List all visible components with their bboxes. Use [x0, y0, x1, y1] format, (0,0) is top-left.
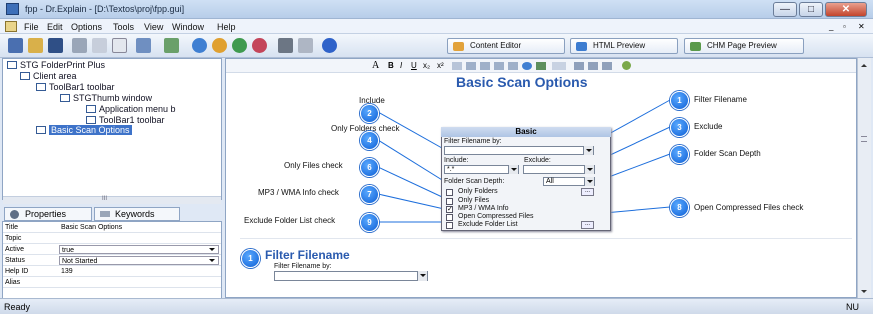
callout-badge: 5	[670, 145, 689, 164]
callout-label: Filter Filename	[694, 95, 747, 104]
status-bar	[0, 298, 873, 314]
ellipsis-button: ...	[581, 188, 594, 196]
open-compressed-checkbox	[446, 214, 453, 221]
section-badge: 1	[241, 249, 260, 268]
num-lock-indicator: NU	[846, 302, 859, 312]
filter-label: Filter Filename by:	[444, 138, 502, 145]
only-folders-checkbox	[446, 189, 453, 196]
ellipsis-button: ...	[581, 221, 594, 229]
callout-badge: 4	[360, 131, 379, 150]
chevron-down-icon	[508, 165, 518, 174]
callout-badge: 3	[670, 118, 689, 137]
chevron-down-icon	[583, 146, 593, 155]
open-compressed-label: Open Compressed Files	[458, 213, 534, 220]
callout-label: Only Files check	[284, 161, 343, 170]
depth-label: Folder Scan Depth:	[444, 178, 505, 185]
exclude-folder-list-label: Exclude Folder List	[458, 221, 518, 228]
callout-label: Open Compressed Files check	[694, 203, 804, 212]
callout-badge: 9	[360, 213, 379, 232]
section-field	[274, 271, 428, 281]
mp3-wma-label: MP3 / WMA Info	[458, 205, 509, 212]
mp3-wma-checkbox: ✓	[446, 206, 453, 213]
include-label: Include:	[444, 157, 469, 164]
section-divider	[240, 238, 852, 239]
only-folders-label: Only Folders	[458, 188, 498, 195]
callout-label: Exclude Folder List check	[244, 216, 336, 225]
callout-badge: 6	[360, 158, 379, 177]
callout-label: Exclude	[694, 122, 723, 131]
callout-badge: 8	[670, 198, 689, 217]
dialog-title: Basic	[441, 127, 611, 137]
chevron-down-icon	[584, 177, 594, 186]
only-files-label: Only Files	[458, 197, 490, 204]
callout-badge: 1	[670, 91, 689, 110]
callout-badge: 2	[360, 104, 379, 123]
status-text: Ready	[4, 302, 31, 312]
chevron-down-icon	[417, 271, 427, 281]
callout-label: MP3 / WMA Info check	[258, 188, 339, 197]
filter-field	[444, 146, 594, 155]
callout-badge: 7	[360, 185, 379, 204]
section-field-label: Filter Filename by:	[274, 263, 332, 270]
only-files-checkbox	[446, 198, 453, 205]
callout-label: Folder Scan Depth	[694, 149, 761, 158]
exclude-folder-list-checkbox	[446, 222, 453, 229]
chevron-down-icon	[584, 165, 594, 174]
section-heading: Filter Filename	[265, 248, 350, 262]
exclude-label: Exclude:	[524, 157, 551, 164]
